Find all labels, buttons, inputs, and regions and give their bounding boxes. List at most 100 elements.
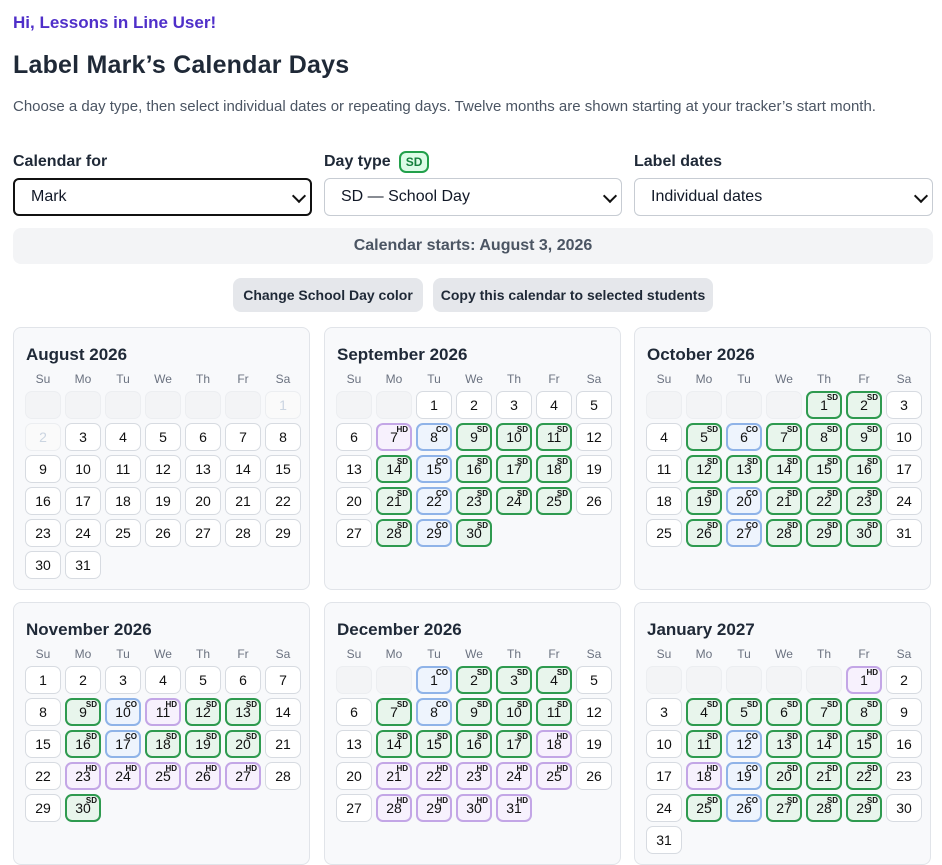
day-cell[interactable]: 24 [886,487,922,515]
day-cell[interactable]: 3 SD [496,666,532,694]
day-cell[interactable]: 27 CO [726,519,762,547]
day-cell[interactable]: 3 [496,391,532,419]
day-cell[interactable]: 17 SD [496,730,532,758]
day-cell[interactable]: 18 [105,487,141,515]
day-cell[interactable]: 17 [886,455,922,483]
day-cell[interactable]: 1 [416,391,452,419]
day-cell[interactable]: 20 [185,487,221,515]
day-cell[interactable]: 21 [225,487,261,515]
day-cell[interactable]: 28 SD [766,519,802,547]
day-cell[interactable]: 2 [456,391,492,419]
day-cell[interactable]: 6 SD [766,698,802,726]
day-cell[interactable]: 2 [65,666,101,694]
day-cell[interactable]: 11 SD [536,698,572,726]
day-cell[interactable]: 26 HD [185,762,221,790]
day-cell[interactable]: 1 CO [416,666,452,694]
day-cell[interactable]: 23 [25,519,61,547]
day-cell[interactable]: 14 SD [806,730,842,758]
day-cell[interactable]: 22 [265,487,301,515]
day-cell[interactable]: 7 HD [376,423,412,451]
day-cell[interactable]: 6 [336,698,372,726]
day-cell[interactable]: 13 SD [225,698,261,726]
day-cell[interactable]: 21 SD [806,762,842,790]
day-cell[interactable]: 22 HD [416,762,452,790]
day-cell[interactable]: 9 [25,455,61,483]
day-cell[interactable]: 10 [646,730,682,758]
day-cell[interactable]: 21 SD [376,487,412,515]
day-cell[interactable]: 20 [336,762,372,790]
day-cell[interactable]: 24 [65,519,101,547]
day-cell[interactable]: 11 SD [686,730,722,758]
day-cell[interactable]: 31 [646,826,682,854]
day-cell[interactable]: 5 SD [726,698,762,726]
day-cell[interactable]: 20 SD [225,730,261,758]
day-cell[interactable]: 14 SD [766,455,802,483]
day-cell[interactable]: 16 SD [65,730,101,758]
day-cell[interactable]: 22 CO [416,487,452,515]
day-cell[interactable]: 23 SD [456,487,492,515]
day-cell[interactable]: 10 [65,455,101,483]
day-cell[interactable]: 20 SD [766,762,802,790]
day-cell[interactable]: 13 [336,730,372,758]
day-cell[interactable]: 6 CO [726,423,762,451]
day-cell[interactable]: 15 SD [416,730,452,758]
day-cell[interactable]: 7 SD [766,423,802,451]
day-cell[interactable]: 28 HD [376,794,412,822]
day-cell[interactable]: 5 [145,423,181,451]
day-cell[interactable]: 30 SD [456,519,492,547]
day-cell[interactable]: 30 [25,551,61,579]
day-cell[interactable]: 25 HD [536,762,572,790]
day-cell[interactable]: 15 SD [846,730,882,758]
day-cell[interactable]: 19 [145,487,181,515]
day-cell[interactable]: 9 SD [456,698,492,726]
day-cell[interactable]: 15 CO [416,455,452,483]
day-cell[interactable]: 1 SD [806,391,842,419]
day-cell[interactable]: 13 [336,455,372,483]
day-cell[interactable]: 29 HD [416,794,452,822]
day-cell[interactable]: 16 SD [456,455,492,483]
label-dates-select[interactable]: Individual dates [634,178,933,216]
day-cell[interactable]: 25 SD [536,487,572,515]
day-cell[interactable]: 31 [886,519,922,547]
day-cell[interactable]: 17 [646,762,682,790]
day-cell[interactable]: 15 [265,455,301,483]
day-cell[interactable]: 27 HD [225,762,261,790]
day-cell[interactable]: 14 [265,698,301,726]
day-cell[interactable]: 12 [145,455,181,483]
day-cell[interactable]: 18 SD [536,455,572,483]
day-cell[interactable]: 30 SD [846,519,882,547]
day-cell[interactable]: 24 SD [496,487,532,515]
day-cell[interactable]: 8 [265,423,301,451]
day-cell[interactable]: 22 SD [846,762,882,790]
day-cell[interactable]: 11 HD [145,698,181,726]
day-cell[interactable]: 4 [646,423,682,451]
day-cell[interactable]: 25 HD [145,762,181,790]
day-cell[interactable]: 26 [145,519,181,547]
day-cell[interactable]: 26 [576,762,612,790]
day-cell[interactable]: 21 HD [376,762,412,790]
day-cell[interactable]: 27 [336,794,372,822]
day-cell[interactable]: 28 SD [806,794,842,822]
day-cell[interactable]: 1 HD [846,666,882,694]
day-cell[interactable]: 12 [576,698,612,726]
day-cell[interactable]: 11 [105,455,141,483]
day-cell[interactable]: 25 SD [686,794,722,822]
day-cell[interactable]: 28 [225,519,261,547]
day-cell[interactable]: 16 SD [456,730,492,758]
day-cell[interactable]: 25 [105,519,141,547]
copy-calendar-button[interactable]: Copy this calendar to selected students [433,278,713,312]
day-cell[interactable]: 2 SD [456,666,492,694]
day-cell[interactable]: 5 SD [686,423,722,451]
day-cell[interactable]: 12 SD [686,455,722,483]
day-cell[interactable]: 13 SD [766,730,802,758]
day-cell[interactable]: 31 [65,551,101,579]
day-cell[interactable]: 7 SD [806,698,842,726]
day-cell[interactable]: 17 [65,487,101,515]
day-cell[interactable]: 3 [105,666,141,694]
day-cell[interactable]: 7 [225,423,261,451]
day-cell[interactable]: 29 [25,794,61,822]
day-cell[interactable]: 3 [65,423,101,451]
day-cell[interactable]: 6 [336,423,372,451]
day-cell[interactable]: 29 SD [846,794,882,822]
day-cell[interactable]: 24 [646,794,682,822]
